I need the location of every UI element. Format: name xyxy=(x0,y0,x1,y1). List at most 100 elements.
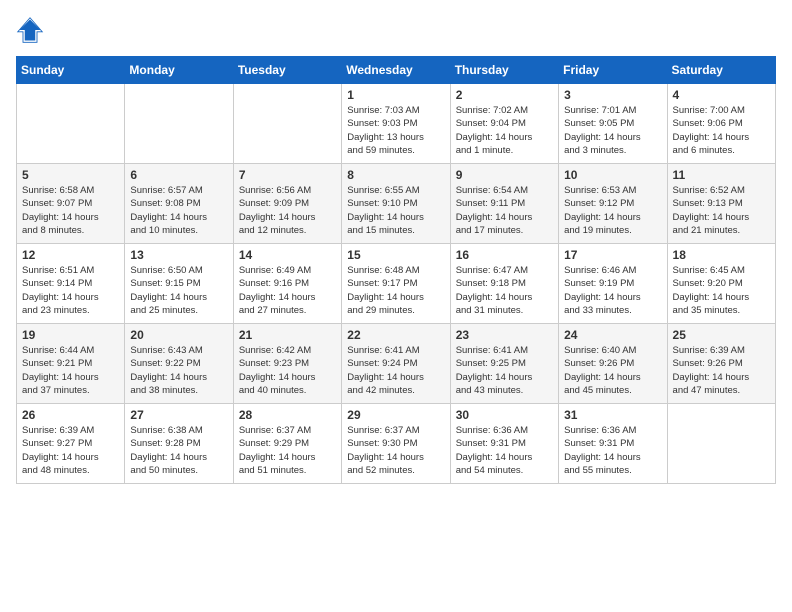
day-number: 22 xyxy=(347,328,444,342)
day-number: 20 xyxy=(130,328,227,342)
calendar-week-5: 26 Sunrise: 6:39 AM Sunset: 9:27 PM Dayli… xyxy=(17,404,776,484)
logo-icon xyxy=(16,16,44,44)
day-detail: Sunrise: 6:39 AM Sunset: 9:27 PM Dayligh… xyxy=(22,424,119,477)
weekday-header-thursday: Thursday xyxy=(450,57,558,84)
calendar-cell xyxy=(17,84,125,164)
day-number: 5 xyxy=(22,168,119,182)
day-detail: Sunrise: 6:53 AM Sunset: 9:12 PM Dayligh… xyxy=(564,184,661,237)
day-number: 27 xyxy=(130,408,227,422)
weekday-header-monday: Monday xyxy=(125,57,233,84)
day-detail: Sunrise: 6:56 AM Sunset: 9:09 PM Dayligh… xyxy=(239,184,336,237)
calendar-cell: 1 Sunrise: 7:03 AM Sunset: 9:03 PM Daylig… xyxy=(342,84,450,164)
day-number: 9 xyxy=(456,168,553,182)
day-detail: Sunrise: 6:47 AM Sunset: 9:18 PM Dayligh… xyxy=(456,264,553,317)
day-number: 26 xyxy=(22,408,119,422)
calendar-cell: 28 Sunrise: 6:37 AM Sunset: 9:29 PM Dayli… xyxy=(233,404,341,484)
day-number: 21 xyxy=(239,328,336,342)
calendar-cell: 18Sunrise: 6:45 AM Sunset: 9:20 PM Dayli… xyxy=(667,244,775,324)
calendar-cell: 13 Sunrise: 6:50 AM Sunset: 9:15 PM Dayli… xyxy=(125,244,233,324)
day-detail: Sunrise: 6:44 AM Sunset: 9:21 PM Dayligh… xyxy=(22,344,119,397)
calendar-cell: 23 Sunrise: 6:41 AM Sunset: 9:25 PM Dayli… xyxy=(450,324,558,404)
day-detail: Sunrise: 6:36 AM Sunset: 9:31 PM Dayligh… xyxy=(456,424,553,477)
day-number: 23 xyxy=(456,328,553,342)
day-detail: Sunrise: 7:02 AM Sunset: 9:04 PM Dayligh… xyxy=(456,104,553,157)
day-detail: Sunrise: 6:50 AM Sunset: 9:15 PM Dayligh… xyxy=(130,264,227,317)
calendar-cell: 12 Sunrise: 6:51 AM Sunset: 9:14 PM Dayli… xyxy=(17,244,125,324)
weekday-header-saturday: Saturday xyxy=(667,57,775,84)
calendar-cell: 14 Sunrise: 6:49 AM Sunset: 9:16 PM Dayli… xyxy=(233,244,341,324)
day-detail: Sunrise: 7:01 AM Sunset: 9:05 PM Dayligh… xyxy=(564,104,661,157)
day-number: 31 xyxy=(564,408,661,422)
day-number: 14 xyxy=(239,248,336,262)
day-detail: Sunrise: 6:36 AM Sunset: 9:31 PM Dayligh… xyxy=(564,424,661,477)
weekday-header-sunday: Sunday xyxy=(17,57,125,84)
calendar-week-3: 12 Sunrise: 6:51 AM Sunset: 9:14 PM Dayli… xyxy=(17,244,776,324)
day-detail: Sunrise: 6:57 AM Sunset: 9:08 PM Dayligh… xyxy=(130,184,227,237)
day-detail: Sunrise: 6:40 AM Sunset: 9:26 PM Dayligh… xyxy=(564,344,661,397)
calendar-cell: 27 Sunrise: 6:38 AM Sunset: 9:28 PM Dayli… xyxy=(125,404,233,484)
calendar-cell: 21 Sunrise: 6:42 AM Sunset: 9:23 PM Dayli… xyxy=(233,324,341,404)
calendar-table: SundayMondayTuesdayWednesdayThursdayFrid… xyxy=(16,56,776,484)
calendar-cell: 9 Sunrise: 6:54 AM Sunset: 9:11 PM Daylig… xyxy=(450,164,558,244)
calendar-cell: 26 Sunrise: 6:39 AM Sunset: 9:27 PM Dayli… xyxy=(17,404,125,484)
calendar-cell xyxy=(667,404,775,484)
day-number: 7 xyxy=(239,168,336,182)
page-header xyxy=(16,16,776,44)
day-number: 12 xyxy=(22,248,119,262)
day-detail: Sunrise: 6:38 AM Sunset: 9:28 PM Dayligh… xyxy=(130,424,227,477)
day-number: 15 xyxy=(347,248,444,262)
calendar-cell: 20 Sunrise: 6:43 AM Sunset: 9:22 PM Dayli… xyxy=(125,324,233,404)
day-detail: Sunrise: 6:49 AM Sunset: 9:16 PM Dayligh… xyxy=(239,264,336,317)
calendar-cell: 7 Sunrise: 6:56 AM Sunset: 9:09 PM Daylig… xyxy=(233,164,341,244)
day-detail: Sunrise: 6:54 AM Sunset: 9:11 PM Dayligh… xyxy=(456,184,553,237)
calendar-cell: 6Sunrise: 6:57 AM Sunset: 9:08 PM Daylig… xyxy=(125,164,233,244)
day-detail: Sunrise: 6:39 AM Sunset: 9:26 PM Dayligh… xyxy=(673,344,770,397)
day-number: 10 xyxy=(564,168,661,182)
logo xyxy=(16,16,46,44)
day-number: 28 xyxy=(239,408,336,422)
day-number: 24 xyxy=(564,328,661,342)
calendar-cell: 16 Sunrise: 6:47 AM Sunset: 9:18 PM Dayli… xyxy=(450,244,558,324)
calendar-cell: 5 Sunrise: 6:58 AM Sunset: 9:07 PM Daylig… xyxy=(17,164,125,244)
weekday-header-tuesday: Tuesday xyxy=(233,57,341,84)
day-detail: Sunrise: 6:42 AM Sunset: 9:23 PM Dayligh… xyxy=(239,344,336,397)
calendar-week-4: 19Sunrise: 6:44 AM Sunset: 9:21 PM Dayli… xyxy=(17,324,776,404)
calendar-cell xyxy=(233,84,341,164)
calendar-cell: 17Sunrise: 6:46 AM Sunset: 9:19 PM Dayli… xyxy=(559,244,667,324)
day-number: 3 xyxy=(564,88,661,102)
day-detail: Sunrise: 6:51 AM Sunset: 9:14 PM Dayligh… xyxy=(22,264,119,317)
day-detail: Sunrise: 6:41 AM Sunset: 9:25 PM Dayligh… xyxy=(456,344,553,397)
calendar-cell: 22 Sunrise: 6:41 AM Sunset: 9:24 PM Dayli… xyxy=(342,324,450,404)
calendar-week-2: 5 Sunrise: 6:58 AM Sunset: 9:07 PM Daylig… xyxy=(17,164,776,244)
day-detail: Sunrise: 6:37 AM Sunset: 9:29 PM Dayligh… xyxy=(239,424,336,477)
weekday-header-wednesday: Wednesday xyxy=(342,57,450,84)
calendar-cell: 29 Sunrise: 6:37 AM Sunset: 9:30 PM Dayli… xyxy=(342,404,450,484)
calendar-week-1: 1 Sunrise: 7:03 AM Sunset: 9:03 PM Daylig… xyxy=(17,84,776,164)
day-number: 1 xyxy=(347,88,444,102)
day-number: 25 xyxy=(673,328,770,342)
calendar-cell: 2 Sunrise: 7:02 AM Sunset: 9:04 PM Daylig… xyxy=(450,84,558,164)
day-detail: Sunrise: 6:46 AM Sunset: 9:19 PM Dayligh… xyxy=(564,264,661,317)
weekday-header-friday: Friday xyxy=(559,57,667,84)
calendar-cell: 30 Sunrise: 6:36 AM Sunset: 9:31 PM Dayli… xyxy=(450,404,558,484)
day-number: 18 xyxy=(673,248,770,262)
day-detail: Sunrise: 6:58 AM Sunset: 9:07 PM Dayligh… xyxy=(22,184,119,237)
day-detail: Sunrise: 6:41 AM Sunset: 9:24 PM Dayligh… xyxy=(347,344,444,397)
calendar-cell: 15 Sunrise: 6:48 AM Sunset: 9:17 PM Dayli… xyxy=(342,244,450,324)
day-detail: Sunrise: 6:37 AM Sunset: 9:30 PM Dayligh… xyxy=(347,424,444,477)
day-detail: Sunrise: 6:43 AM Sunset: 9:22 PM Dayligh… xyxy=(130,344,227,397)
day-number: 8 xyxy=(347,168,444,182)
day-detail: Sunrise: 6:52 AM Sunset: 9:13 PM Dayligh… xyxy=(673,184,770,237)
day-detail: Sunrise: 6:55 AM Sunset: 9:10 PM Dayligh… xyxy=(347,184,444,237)
calendar-cell: 10 Sunrise: 6:53 AM Sunset: 9:12 PM Dayli… xyxy=(559,164,667,244)
day-number: 11 xyxy=(673,168,770,182)
day-number: 13 xyxy=(130,248,227,262)
calendar-cell: 4Sunrise: 7:00 AM Sunset: 9:06 PM Daylig… xyxy=(667,84,775,164)
day-detail: Sunrise: 7:03 AM Sunset: 9:03 PM Dayligh… xyxy=(347,104,444,157)
day-number: 29 xyxy=(347,408,444,422)
day-detail: Sunrise: 6:48 AM Sunset: 9:17 PM Dayligh… xyxy=(347,264,444,317)
day-number: 30 xyxy=(456,408,553,422)
calendar-cell: 3 Sunrise: 7:01 AM Sunset: 9:05 PM Daylig… xyxy=(559,84,667,164)
day-number: 2 xyxy=(456,88,553,102)
day-number: 16 xyxy=(456,248,553,262)
